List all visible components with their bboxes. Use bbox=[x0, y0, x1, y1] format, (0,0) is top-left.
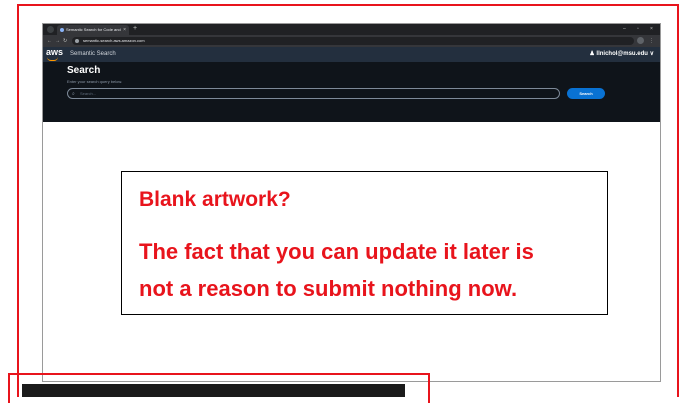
forward-icon[interactable]: → bbox=[55, 36, 60, 46]
search-button[interactable]: Search bbox=[567, 88, 605, 99]
aws-top-nav: aws Semantic Search ♟ llnichol@msu.edu ∨ bbox=[43, 47, 660, 62]
annotation-line-2: not a reason to submit nothing now. bbox=[139, 276, 518, 301]
app-name[interactable]: Semantic Search bbox=[70, 47, 116, 62]
search-icon: ⌕ bbox=[72, 91, 75, 97]
browser-tab-bar: Semantic Search for Code and × + – ▫ × bbox=[43, 24, 660, 35]
user-menu[interactable]: ♟ llnichol@msu.edu ∨ bbox=[589, 47, 654, 62]
new-tab-icon[interactable]: + bbox=[133, 24, 137, 34]
tab-search-icon[interactable] bbox=[47, 26, 54, 33]
search-header: Search Enter your search query below. ⌕ … bbox=[43, 62, 660, 122]
profile-icon[interactable] bbox=[637, 37, 644, 44]
url-field[interactable]: semantic-search.aws.amazon.com bbox=[72, 37, 634, 45]
search-input[interactable]: ⌕ Search... bbox=[67, 88, 560, 99]
back-icon[interactable]: ← bbox=[47, 36, 52, 46]
minimize-icon[interactable]: – bbox=[623, 24, 626, 35]
favicon-icon bbox=[60, 28, 64, 32]
site-info-icon[interactable] bbox=[75, 39, 79, 43]
tab-title: Semantic Search for Code and bbox=[66, 27, 121, 32]
address-bar: ← → ↻ semantic-search.aws.amazon.com ⋮ bbox=[43, 35, 660, 47]
close-window-icon[interactable]: × bbox=[650, 24, 653, 35]
page-title: Search bbox=[67, 65, 101, 76]
browser-tab[interactable]: Semantic Search for Code and × bbox=[57, 25, 129, 35]
page-subtitle: Enter your search query below. bbox=[67, 79, 123, 84]
annotation-title: Blank artwork? bbox=[139, 188, 291, 211]
url-text: semantic-search.aws.amazon.com bbox=[83, 38, 145, 43]
annotation-box: Blank artwork? The fact that you can upd… bbox=[121, 171, 608, 315]
menu-kebab-icon[interactable]: ⋮ bbox=[649, 36, 654, 46]
maximize-icon[interactable]: ▫ bbox=[637, 24, 639, 35]
search-placeholder: Search... bbox=[80, 91, 97, 96]
tab-close-icon[interactable]: × bbox=[123, 25, 126, 35]
reload-icon[interactable]: ↻ bbox=[63, 36, 67, 46]
user-email: llnichol@msu.edu ∨ bbox=[596, 51, 654, 57]
bottom-dark-strip bbox=[22, 384, 405, 397]
aws-smile-icon bbox=[47, 57, 58, 61]
annotation-line-1: The fact that you can update it later is bbox=[139, 239, 534, 264]
